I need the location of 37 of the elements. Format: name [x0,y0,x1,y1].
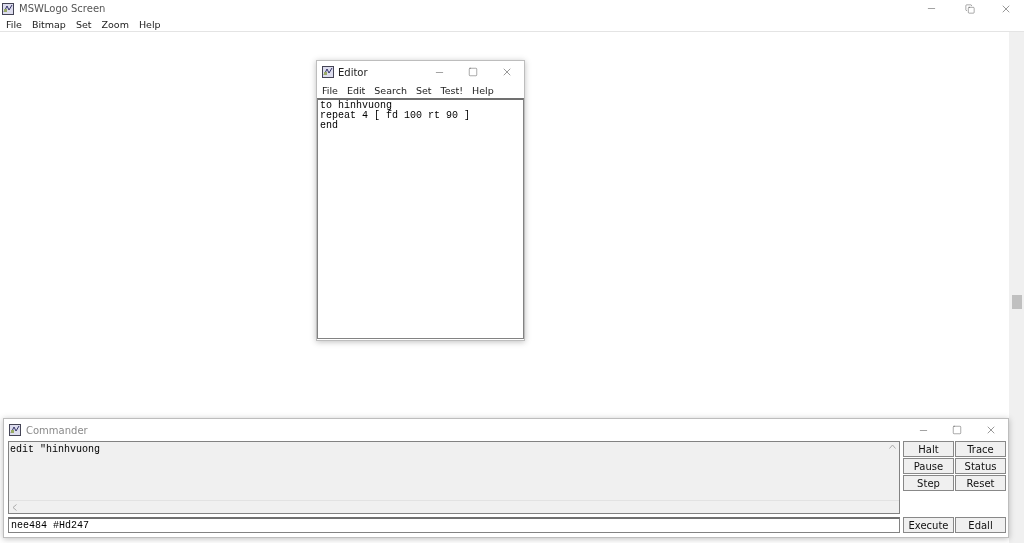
command-button[interactable]: Reset [955,475,1006,491]
app-icon [2,2,14,15]
window-title: Commander [26,424,89,436]
menu-item[interactable]: Set [415,85,432,96]
restore-icon[interactable] [965,3,975,14]
history-line[interactable]: edit "hinhvuong [10,444,884,455]
command-button[interactable]: Execute [903,517,954,533]
scroll-left-icon[interactable] [12,503,17,511]
window-title: MSWLogo Screen [19,3,107,14]
menu-item[interactable]: File [322,85,338,96]
maximize-icon[interactable] [952,425,962,435]
menu-item[interactable]: Zoom [101,18,129,30]
scroll-up-icon[interactable] [888,444,896,449]
menu-item[interactable]: Bitmap [31,18,66,30]
menu-item[interactable]: File [6,18,22,30]
command-input[interactable]: nee484 #Hd247 [8,517,900,533]
close-icon[interactable] [501,66,513,78]
menu-item[interactable]: Set [75,18,92,30]
menu-item[interactable]: Edit [346,85,366,96]
command-button[interactable]: Halt [903,441,954,457]
menu-item[interactable]: Help [472,85,494,96]
command-button[interactable]: Edall [955,517,1006,533]
menu-item[interactable]: Test! [440,85,464,96]
command-button[interactable]: Status [955,458,1006,474]
menu-item[interactable]: Search [374,85,407,96]
command-button[interactable]: Pause [903,458,954,474]
window-title: Editor [338,66,369,78]
maximize-icon[interactable] [468,67,478,77]
close-icon[interactable] [985,424,997,436]
history-list[interactable]: edit "hinhvuong [8,441,900,514]
code-editor[interactable]: to hinhvuong repeat 4 [ fd 100 rt 90 ] end [317,98,524,339]
command-button[interactable]: Step [903,475,954,491]
scrollbar[interactable] [1009,32,1024,543]
menu-item[interactable]: Help [138,18,161,30]
app-icon [9,424,21,436]
command-button[interactable]: Trace [955,441,1006,457]
app-icon [322,66,334,78]
